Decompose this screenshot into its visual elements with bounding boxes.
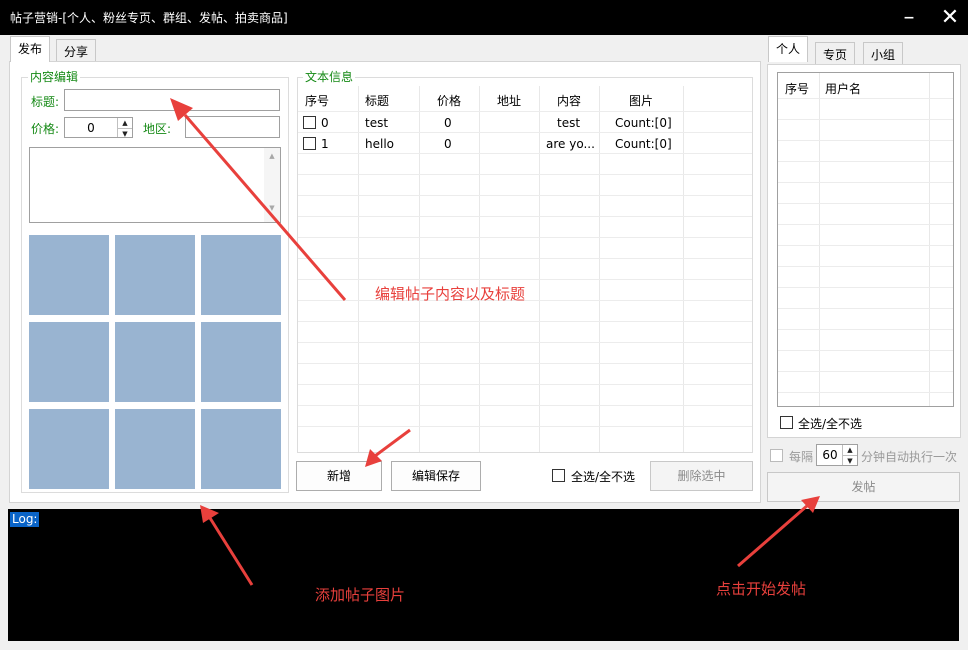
title-input[interactable]: [64, 89, 280, 111]
interval-down-icon[interactable]: ▼: [843, 455, 857, 465]
row-index: 1: [321, 137, 329, 151]
annotation-edit-content: 编辑帖子内容以及标题: [375, 285, 526, 303]
image-slot-7[interactable]: [29, 409, 109, 489]
scroll-up-icon[interactable]: ▲: [264, 152, 280, 160]
table-row[interactable]: 1 hello 0 are yo... Count:[0]: [298, 133, 752, 153]
column-header-title[interactable]: 标题: [365, 92, 389, 109]
row-title: test: [365, 116, 389, 130]
scroll-down-icon[interactable]: ▼: [264, 204, 280, 212]
image-slot-9[interactable]: [201, 409, 281, 489]
price-label: 价格:: [31, 122, 60, 136]
row-image: Count:[0]: [615, 116, 672, 130]
column-header-price[interactable]: 价格: [437, 92, 461, 109]
row-title: hello: [365, 137, 394, 151]
post-table: 序号 标题 价格 地址 内容 图片 0 test 0 test Count:[0…: [298, 86, 752, 452]
content-edit-title: 内容编辑: [28, 70, 81, 84]
image-slot-1[interactable]: [29, 235, 109, 315]
text-info-title: 文本信息: [303, 70, 356, 84]
row-index: 0: [321, 116, 329, 130]
price-up-icon[interactable]: ▲: [118, 118, 132, 128]
select-all-accounts-label[interactable]: 全选/全不选: [798, 415, 862, 432]
image-slot-2[interactable]: [115, 235, 195, 315]
tab-group[interactable]: 小组: [863, 42, 904, 65]
column-header-content[interactable]: 内容: [557, 92, 581, 109]
tab-personal[interactable]: 个人: [768, 36, 809, 62]
image-slot-5[interactable]: [115, 322, 195, 402]
content-textarea[interactable]: ▲ ▼: [29, 147, 281, 223]
auto-run-suffix: 分钟自动执行一次: [861, 450, 958, 464]
interval-value: 60: [822, 448, 838, 462]
auto-run-checkbox[interactable]: [770, 449, 783, 462]
price-down-icon[interactable]: ▼: [118, 127, 132, 138]
price-value: 0: [87, 121, 95, 135]
column-header-image[interactable]: 图片: [629, 92, 653, 109]
column-header-username[interactable]: 用户名: [825, 80, 861, 97]
annotation-add-images: 添加帖子图片: [315, 586, 406, 604]
add-button[interactable]: 新增: [296, 461, 382, 491]
account-list[interactable]: 序号 用户名: [777, 72, 954, 407]
tab-share[interactable]: 分享: [56, 39, 97, 62]
interval-stepper[interactable]: 60 ▲ ▼: [816, 444, 858, 466]
row-content: test: [557, 116, 581, 130]
title-bar: 帖子营销-[个人、粉丝专页、群组、发帖、拍卖商品] – ✕: [0, 0, 968, 35]
interval-up-icon[interactable]: ▲: [843, 445, 857, 455]
annotation-start-post: 点击开始发帖: [716, 580, 807, 598]
row-checkbox[interactable]: [303, 137, 316, 150]
select-all-posts-checkbox[interactable]: [552, 469, 565, 482]
window-title: 帖子营销-[个人、粉丝专页、群组、发帖、拍卖商品]: [10, 11, 288, 25]
price-stepper[interactable]: 0 ▲ ▼: [64, 117, 133, 138]
row-price: 0: [444, 137, 452, 151]
row-checkbox[interactable]: [303, 116, 316, 129]
select-all-posts-label[interactable]: 全选/全不选: [571, 468, 635, 485]
row-price: 0: [444, 116, 452, 130]
select-all-accounts-checkbox[interactable]: [780, 416, 793, 429]
image-slot-8[interactable]: [115, 409, 195, 489]
log-panel[interactable]: Log:: [8, 509, 959, 641]
post-button[interactable]: 发帖: [767, 472, 960, 502]
edit-save-button[interactable]: 编辑保存: [391, 461, 481, 491]
image-slot-3[interactable]: [201, 235, 281, 315]
minimize-icon[interactable]: –: [897, 6, 921, 30]
tab-publish[interactable]: 发布: [10, 36, 51, 62]
column-header-address[interactable]: 地址: [497, 92, 521, 109]
table-row[interactable]: 0 test 0 test Count:[0]: [298, 112, 752, 132]
log-label: Log:: [10, 512, 40, 527]
textarea-scrollbar[interactable]: ▲ ▼: [264, 148, 280, 222]
region-input[interactable]: [185, 116, 280, 138]
row-image: Count:[0]: [615, 137, 672, 151]
delete-selected-button[interactable]: 删除选中: [650, 461, 753, 491]
image-slot-6[interactable]: [201, 322, 281, 402]
column-header-index[interactable]: 序号: [785, 80, 809, 97]
tab-page[interactable]: 专页: [815, 42, 856, 65]
image-slot-4[interactable]: [29, 322, 109, 402]
auto-run-prefix: 每隔: [789, 450, 814, 464]
column-header-index[interactable]: 序号: [305, 92, 329, 109]
close-icon[interactable]: ✕: [938, 6, 962, 30]
title-label: 标题:: [31, 95, 60, 109]
row-content: are yo...: [546, 137, 595, 151]
region-label: 地区:: [143, 122, 172, 136]
